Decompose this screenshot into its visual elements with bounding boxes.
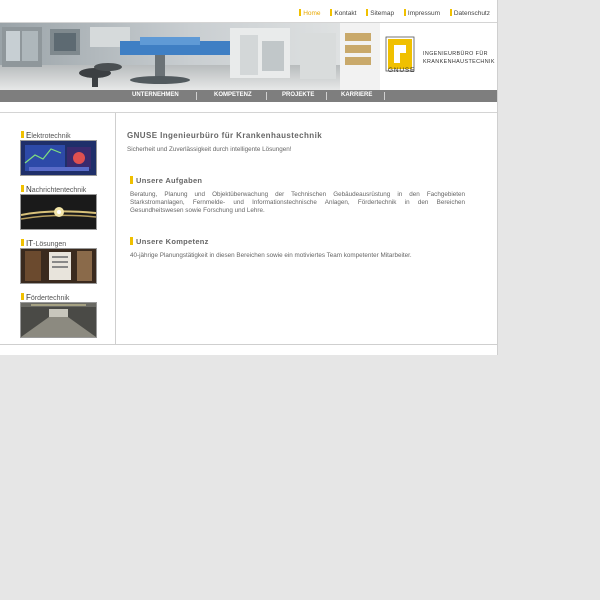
nav-kompetenz[interactable]: KOMPETENZ bbox=[214, 92, 252, 98]
foerdertechnik-image[interactable] bbox=[20, 302, 97, 338]
sub-nav-strip bbox=[0, 102, 497, 113]
category-sidebar: Elektrotechnik Nachrichtentechnik IT-Lös… bbox=[0, 113, 116, 344]
nav-unternehmen[interactable]: UNTERNEHMEN bbox=[132, 92, 179, 98]
main-nav: UNTERNEHMEN KOMPETENZ PROJEKTE KARRIERE bbox=[0, 90, 497, 102]
nav-projekte[interactable]: PROJEKTE bbox=[282, 92, 314, 98]
category-rest: achrichtentechnik bbox=[31, 187, 87, 194]
section-heading-aufgaben: Unsere Aufgaben bbox=[130, 176, 202, 185]
category-label-nachrichtentechnik[interactable]: Nachrichtentechnik bbox=[21, 185, 86, 194]
page-title: GNUSE Ingenieurbüro für Krankenhaustechn… bbox=[127, 131, 323, 140]
category-label-foerdertechnik[interactable]: Fördertechnik bbox=[21, 293, 69, 302]
category-label-it-loesungen[interactable]: IT-Lösungen bbox=[21, 239, 66, 248]
logo-line2: KRANKENHAUSTECHNIK bbox=[423, 59, 495, 65]
operating-room-photo bbox=[0, 23, 380, 90]
nav-separator bbox=[196, 92, 197, 100]
category-rest: ördertechnik bbox=[30, 295, 70, 302]
logo[interactable]: GNUSE INGENIEURBÜRO FÜR KRANKENHAUSTECHN… bbox=[380, 23, 497, 90]
top-link-sitemap[interactable]: Sitemap bbox=[366, 10, 394, 17]
page-frame: Home Kontakt Sitemap Impressum Datenschu… bbox=[0, 0, 498, 355]
category-rest: -Lösungen bbox=[33, 241, 67, 248]
elektrotechnik-image[interactable] bbox=[20, 140, 97, 176]
section-text-aufgaben: Beratung, Planung und Objektüberwachung … bbox=[130, 191, 465, 214]
footer-strip bbox=[0, 344, 497, 355]
category-rest: lektrotechnik bbox=[31, 133, 71, 140]
top-link-kontakt[interactable]: Kontakt bbox=[330, 10, 356, 17]
top-link-datenschutz[interactable]: Datenschutz bbox=[450, 10, 490, 17]
tagline: Sicherheit und Zuverlässigkeit durch int… bbox=[127, 146, 292, 153]
nachrichtentechnik-image[interactable] bbox=[20, 194, 97, 230]
nav-separator bbox=[384, 92, 385, 100]
top-bar: Home Kontakt Sitemap Impressum Datenschu… bbox=[0, 0, 497, 23]
nav-karriere[interactable]: KARRIERE bbox=[341, 92, 372, 98]
nav-separator bbox=[266, 92, 267, 100]
top-links: Home Kontakt Sitemap Impressum Datenschu… bbox=[291, 10, 490, 17]
section-text-kompetenz: 40-jährige Planungstätigkeit in diesen B… bbox=[130, 252, 412, 259]
section-heading-kompetenz: Unsere Kompetenz bbox=[130, 237, 209, 246]
main-content: GNUSE Ingenieurbüro für Krankenhaustechn… bbox=[116, 113, 497, 344]
nav-separator bbox=[326, 92, 327, 100]
header-banner: GNUSE INGENIEURBÜRO FÜR KRANKENHAUSTECHN… bbox=[0, 23, 497, 90]
top-link-home[interactable]: Home bbox=[299, 10, 320, 17]
category-label-elektrotechnik[interactable]: Elektrotechnik bbox=[21, 131, 71, 140]
top-link-impressum[interactable]: Impressum bbox=[404, 10, 440, 17]
it-loesungen-image[interactable] bbox=[20, 248, 97, 284]
logo-mark-text: GNUSE bbox=[388, 67, 416, 74]
logo-line1: INGENIEURBÜRO FÜR bbox=[423, 51, 488, 57]
